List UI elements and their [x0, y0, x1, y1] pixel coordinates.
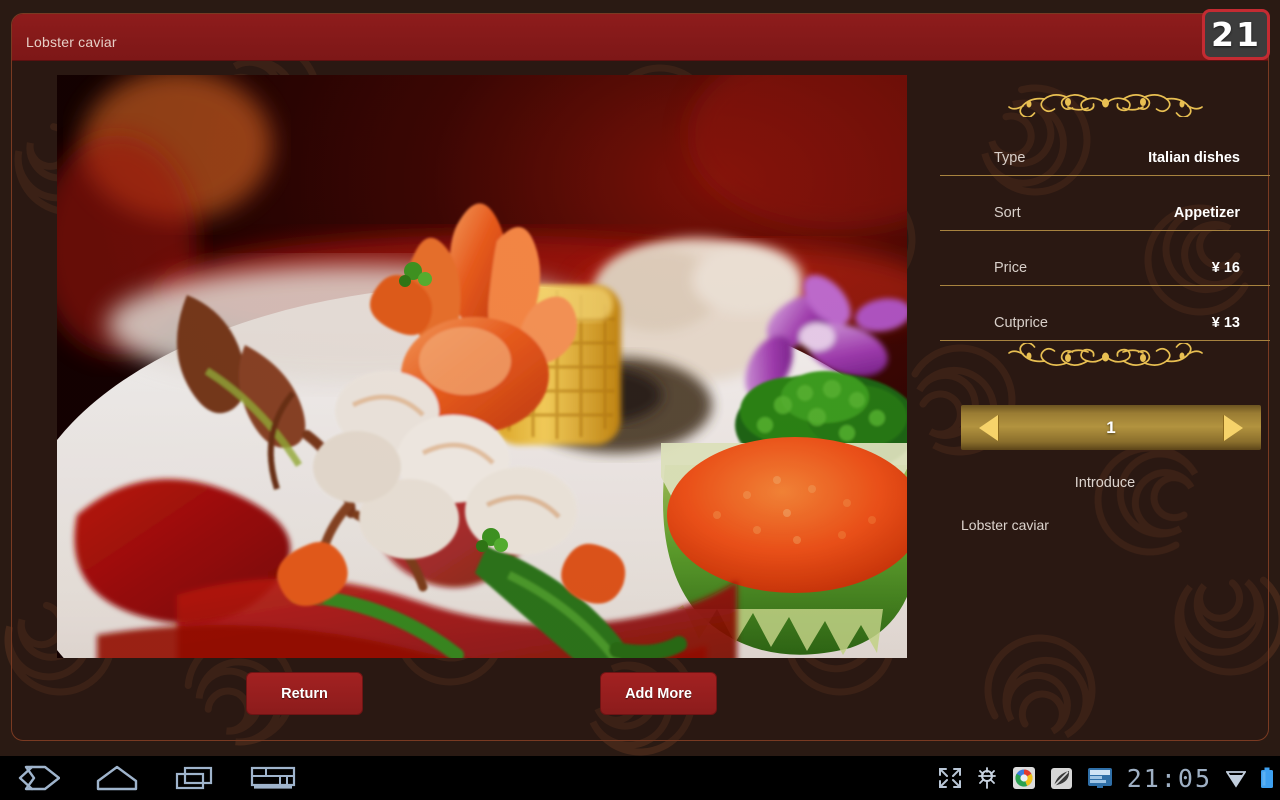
info-value: ¥ 13: [1211, 315, 1240, 331]
browser-icon[interactable]: [1012, 766, 1036, 790]
order-count-value: 21: [1211, 15, 1261, 54]
triangle-left-icon[interactable]: [979, 414, 998, 441]
info-value: ¥ 16: [1211, 260, 1240, 276]
page-number: 1: [1106, 417, 1116, 437]
status-bar: 21:05: [938, 756, 1274, 800]
dish-photo-image: [57, 75, 907, 658]
return-button[interactable]: Return: [246, 672, 363, 715]
info-value: Italian dishes: [1148, 150, 1240, 166]
fullscreen-icon[interactable]: [938, 767, 962, 789]
title-bar: Lobster caviar: [12, 14, 1268, 61]
usb-debug-icon[interactable]: [976, 767, 998, 789]
app-root: Lobster caviar 21 Return Add More Type I…: [0, 0, 1280, 800]
add-more-button[interactable]: Add More: [600, 672, 717, 715]
pagination-bar: 1: [961, 405, 1261, 450]
info-value: Appetizer: [1173, 205, 1240, 221]
order-count-badge[interactable]: 21: [1202, 9, 1270, 60]
android-navigation-bar: 21:05: [0, 756, 1280, 800]
keyboard-icon: [250, 766, 296, 789]
info-row-list: Type Italian dishes Sort Appetizer Price…: [940, 121, 1270, 341]
introduce-body: Lobster caviar: [961, 517, 1049, 533]
battery-icon: [1261, 767, 1273, 788]
flourish-top-ornament: [1007, 94, 1203, 117]
back-icon: [18, 765, 60, 791]
recents-button[interactable]: [156, 765, 234, 791]
dish-info-panel: Type Italian dishes Sort Appetizer Price…: [940, 75, 1270, 675]
wifi-icon: [1226, 771, 1246, 788]
home-icon: [96, 765, 138, 791]
status-clock: 21:05: [1126, 763, 1212, 793]
page-title: Lobster caviar: [26, 34, 117, 50]
nav-buttons: [0, 756, 312, 800]
dish-photo[interactable]: [57, 75, 907, 658]
triangle-right-icon[interactable]: [1224, 414, 1243, 441]
back-button[interactable]: [0, 765, 78, 791]
leaf-icon[interactable]: [1050, 767, 1073, 790]
screenshot-icon[interactable]: [1087, 767, 1113, 789]
keyboard-button[interactable]: [234, 765, 312, 791]
recents-icon: [175, 766, 213, 790]
table-row: Price ¥ 16: [940, 231, 1270, 286]
flourish-bottom-ornament: [1007, 343, 1203, 366]
table-row: Type Italian dishes: [940, 121, 1270, 176]
table-row: Cutprice ¥ 13: [940, 286, 1270, 341]
introduce-title: Introduce: [1074, 475, 1136, 491]
table-row: Sort Appetizer: [940, 176, 1270, 231]
home-button[interactable]: [78, 765, 156, 791]
